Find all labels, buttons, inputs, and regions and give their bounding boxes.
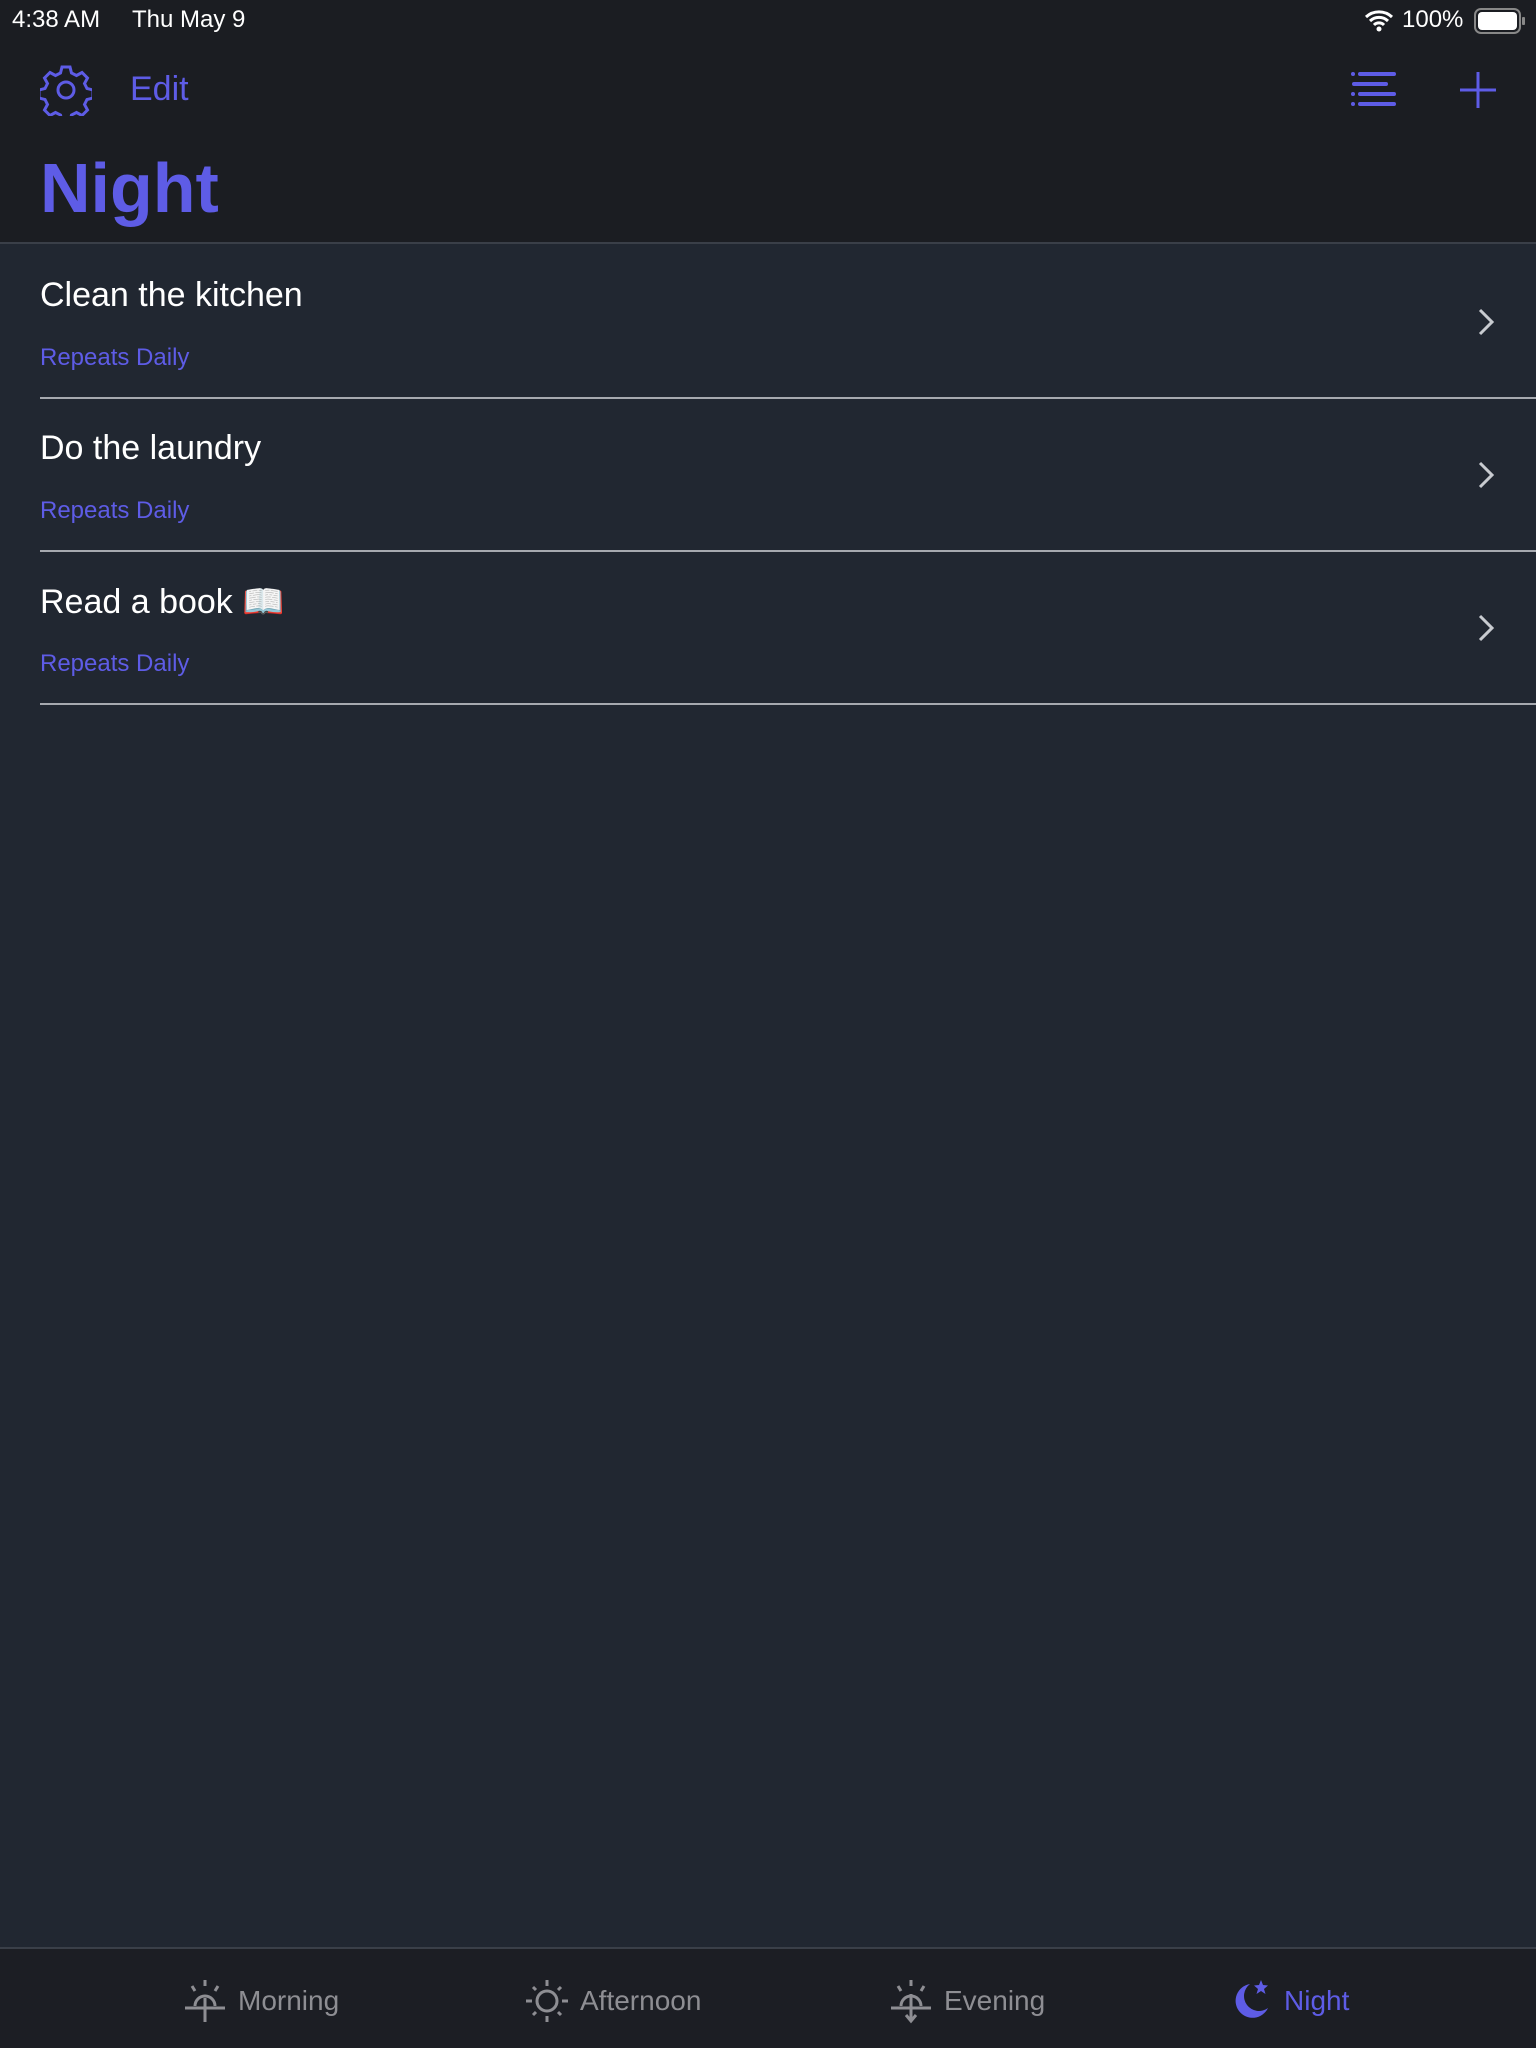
task-title: Clean the kitchen <box>40 276 303 314</box>
tab-night[interactable]: Night <box>1228 1979 1349 2023</box>
tab-evening[interactable]: Evening <box>888 1979 1046 2024</box>
task-row[interactable]: Clean the kitchen Repeats Daily <box>0 246 1536 399</box>
tab-label: Evening <box>944 1985 1046 2016</box>
tab-label: Night <box>1284 1985 1350 2016</box>
sunrise-icon <box>185 1980 225 2022</box>
chevron-right-icon <box>1478 461 1495 489</box>
battery-percent: 100% <box>1402 6 1464 33</box>
sunset-icon <box>891 1980 931 2024</box>
task-title: Read a book 📖 <box>40 583 285 621</box>
list-sort-icon[interactable] <box>1350 70 1398 110</box>
tab-label: Afternoon <box>580 1985 702 2016</box>
sun-icon <box>526 1980 568 2022</box>
add-icon[interactable] <box>1458 70 1498 110</box>
gear-icon[interactable] <box>40 64 92 116</box>
tab-bar: Morning Afternoon Evening Night <box>0 1947 1536 2048</box>
task-row[interactable]: Read a book 📖 Repeats Daily <box>0 552 1536 705</box>
edit-button[interactable]: Edit <box>130 70 189 109</box>
chevron-right-icon <box>1478 614 1495 642</box>
tab-morning[interactable]: Morning <box>182 1979 339 2023</box>
battery-icon <box>1474 8 1525 34</box>
task-title: Do the laundry <box>40 429 262 467</box>
navigation-header: 4:38 AM Thu May 9 100% Edit Night <box>0 0 1536 244</box>
task-row[interactable]: Do the laundry Repeats Daily <box>0 399 1536 552</box>
moon-stars-icon <box>1235 1980 1268 2018</box>
status-date: Thu May 9 <box>132 6 246 33</box>
task-repeat: Repeats Daily <box>40 497 190 524</box>
task-repeat: Repeats Daily <box>40 650 190 677</box>
wifi-icon <box>1364 10 1394 32</box>
tab-label: Morning <box>238 1985 340 2016</box>
status-time: 4:38 AM <box>12 6 101 33</box>
chevron-right-icon <box>1478 308 1495 336</box>
page-title: Night <box>40 149 219 227</box>
tab-afternoon[interactable]: Afternoon <box>524 1979 701 2023</box>
task-list: Clean the kitchen Repeats Daily Do the l… <box>0 246 1536 705</box>
task-repeat: Repeats Daily <box>40 344 190 371</box>
